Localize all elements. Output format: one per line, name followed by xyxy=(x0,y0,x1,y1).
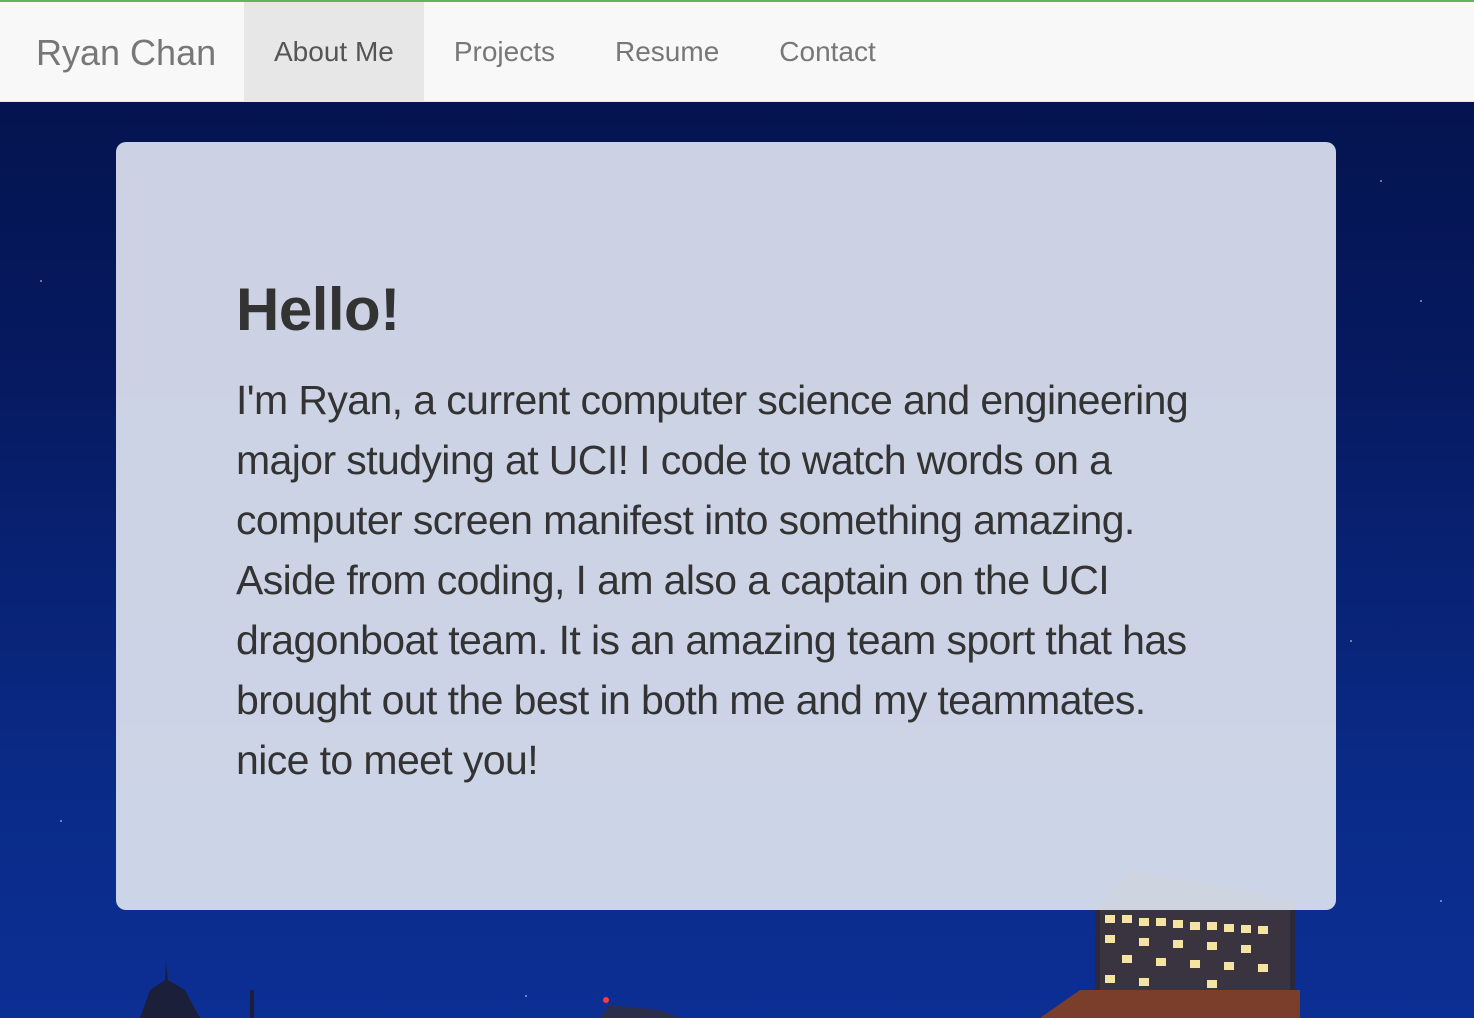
nav-menu: About Me Projects Resume Contact xyxy=(244,2,906,102)
intro-card: Hello! I'm Ryan, a current computer scie… xyxy=(116,142,1336,910)
nav-item-projects[interactable]: Projects xyxy=(424,2,585,102)
top-navbar: Ryan Chan About Me Projects Resume Conta… xyxy=(0,0,1474,102)
nav-item-resume[interactable]: Resume xyxy=(585,2,749,102)
nav-item-contact[interactable]: Contact xyxy=(749,2,906,102)
greeting-heading: Hello! xyxy=(236,276,400,343)
intro-paragraph: I'm Ryan, a current computer science and… xyxy=(236,377,1189,783)
brand-link[interactable]: Ryan Chan xyxy=(36,32,216,74)
nav-item-about-me[interactable]: About Me xyxy=(244,2,424,102)
